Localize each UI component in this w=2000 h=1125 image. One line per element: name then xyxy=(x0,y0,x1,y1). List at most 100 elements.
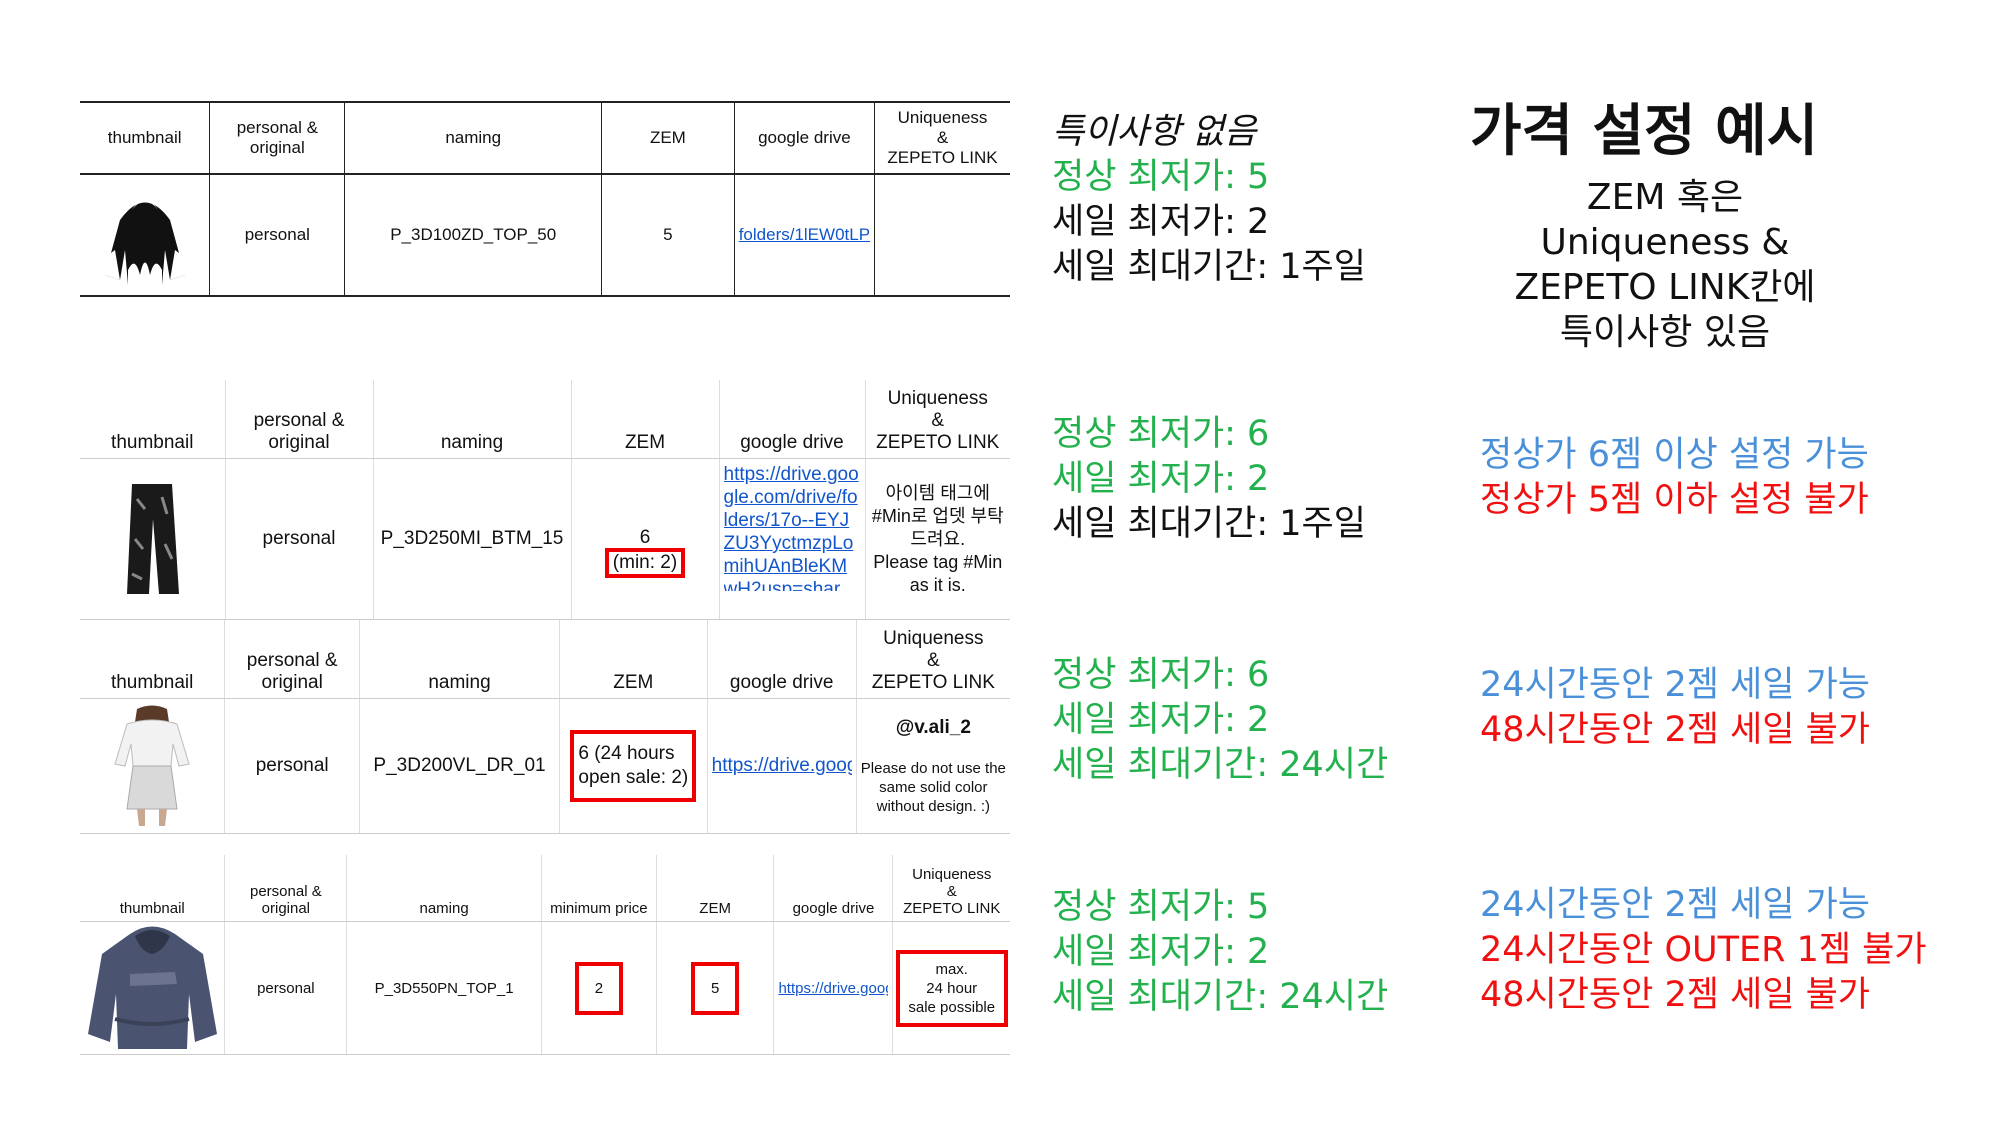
table-row: personal P_3D550PN_TOP_1 2 5 https://dri… xyxy=(80,921,1010,1055)
header-personal: personal & original xyxy=(224,620,361,699)
drive-link[interactable]: https://drive.goog xyxy=(712,755,852,776)
min-price-highlight: 2 xyxy=(574,961,623,1015)
summary-line: 세일 최대기간: 1주일 xyxy=(1052,504,1366,544)
header-row: thumbnail personal & original naming ZEM … xyxy=(80,620,1010,699)
header-naming: naming xyxy=(359,620,560,699)
header-personal: personal & original xyxy=(224,855,348,922)
header-naming: naming xyxy=(346,855,542,922)
cell-zem: 5 xyxy=(601,173,735,297)
header-zem: ZEM xyxy=(571,380,720,459)
result-not-allowed: 48시간동안 2젬 세일 불가 xyxy=(1480,710,1870,750)
result-allowed: 24시간동안 2젬 세일 가능 xyxy=(1480,885,1870,925)
explanation-line: Uniqueness & xyxy=(1540,222,1790,263)
header-uniqueness: Uniqueness & ZEPETO LINK xyxy=(856,620,1010,699)
cell-google-drive: https://drive.goog xyxy=(773,921,894,1055)
summary-line: 세일 최저가: 2 xyxy=(1052,202,1270,242)
table-row: personal P_3D200VL_DR_01 6 (24 hours open… xyxy=(80,698,1010,834)
cell-uniqueness: @v.ali_2 Please do not use the same soli… xyxy=(856,698,1010,834)
header-thumbnail: thumbnail xyxy=(80,380,226,459)
summary-block-3: 정상 최저가: 6 세일 최저가: 2 세일 최대기간: 24시간 xyxy=(1052,653,1388,788)
summary-line: 정상 최저가: 6 xyxy=(1052,655,1270,695)
cell-minimum-price: 2 xyxy=(541,921,657,1055)
summary-line: 세일 최저가: 2 xyxy=(1052,700,1270,740)
cell-zem: 6 (min: 2) xyxy=(571,458,720,620)
cell-google-drive: https://drive.google.com/drive/folders/1… xyxy=(719,458,866,620)
header-thumbnail: thumbnail xyxy=(80,620,226,699)
thumbnail-black-pants xyxy=(80,458,226,620)
summary-block-4: 정상 최저가: 5 세일 최저가: 2 세일 최대기간: 24시간 xyxy=(1052,885,1388,1020)
explanation-line: ZEM 혹은 xyxy=(1586,177,1744,218)
drive-link[interactable]: https://drive.goog xyxy=(778,980,888,997)
cell-naming: P_3D200VL_DR_01 xyxy=(359,698,560,834)
cell-google-drive: folders/1lEW0tLP xyxy=(733,173,876,297)
header-thumbnail: thumbnail xyxy=(80,101,211,175)
drive-link[interactable]: https://drive.google.com/drive/folders/1… xyxy=(724,464,859,591)
cell-naming: P_3D100ZD_TOP_50 xyxy=(344,173,603,297)
header-zem: ZEM xyxy=(601,101,735,175)
header-personal: personal & original xyxy=(209,101,346,175)
cell-type: personal xyxy=(209,173,346,297)
drive-link[interactable]: folders/1lEW0tLP xyxy=(739,225,870,244)
zem-highlight: 5 xyxy=(691,961,740,1015)
thumbnail-white-dress xyxy=(80,698,226,834)
explanation-line: ZEPETO LINK칸에 xyxy=(1514,267,1816,308)
header-zem: ZEM xyxy=(656,855,775,922)
zem-sale-highlight: 6 (24 hours open sale: 2) xyxy=(570,730,697,802)
cell-uniqueness xyxy=(874,173,1010,297)
summary-line: 세일 최대기간: 24시간 xyxy=(1052,977,1389,1017)
cell-google-drive: https://drive.goog xyxy=(707,698,857,834)
header-google-drive: google drive xyxy=(733,101,876,175)
sheet-example-1: thumbnail personal & original naming ZEM … xyxy=(80,101,1010,297)
header-google-drive: google drive xyxy=(719,380,866,459)
cell-type: personal xyxy=(224,698,361,834)
header-uniqueness: Uniqueness & ZEPETO LINK xyxy=(874,101,1010,175)
uniqueness-note-en: Please tag #Min as it is. xyxy=(873,551,1003,595)
result-block-3: 24시간동안 2젬 세일 가능 48시간동안 2젬 세일 불가 xyxy=(1480,663,1870,753)
header-row: thumbnail personal & original naming mini… xyxy=(80,855,1010,922)
cell-uniqueness: 아이템 태그에 #Min로 업뎃 부탁드려요. Please tag #Min … xyxy=(865,458,1010,620)
summary-line: 특이사항 없음 xyxy=(1052,112,1257,152)
sheet-example-3: thumbnail personal & original naming ZEM … xyxy=(80,620,1010,834)
zem-min-highlight: (min: 2) xyxy=(604,548,686,578)
header-thumbnail: thumbnail xyxy=(80,855,226,922)
header-zem: ZEM xyxy=(559,620,708,699)
cell-type: personal xyxy=(224,921,348,1055)
summary-line: 정상 최저가: 5 xyxy=(1052,157,1270,197)
header-naming: naming xyxy=(373,380,572,459)
result-not-allowed: 정상가 5젬 이하 설정 불가 xyxy=(1480,480,1869,520)
cell-zem: 5 xyxy=(656,921,775,1055)
zem-value: 6 xyxy=(639,527,651,548)
thumbnail-navy-hoodie xyxy=(80,921,226,1055)
sheet-example-4: thumbnail personal & original naming mini… xyxy=(80,855,1010,1055)
summary-line: 세일 최대기간: 24시간 xyxy=(1052,745,1389,785)
header-uniqueness: Uniqueness & ZEPETO LINK xyxy=(892,855,1010,922)
cell-naming: P_3D550PN_TOP_1 xyxy=(346,921,542,1055)
header-personal: personal & original xyxy=(225,380,374,459)
uniqueness-highlight: max. 24 hour sale possible xyxy=(895,949,1008,1027)
summary-line: 세일 최대기간: 1주일 xyxy=(1052,247,1366,287)
explanation-line: 특이사항 있음 xyxy=(1559,312,1771,353)
page-title: 가격 설정 예시 xyxy=(1470,99,1819,164)
cell-naming: P_3D250MI_BTM_15 xyxy=(373,458,572,620)
result-not-allowed: 48시간동안 2젬 세일 불가 xyxy=(1480,975,1870,1015)
header-row: thumbnail personal & original naming ZEM … xyxy=(80,101,1010,175)
result-block-4: 24시간동안 2젬 세일 가능 24시간동안 OUTER 1젬 불가 48시간동… xyxy=(1480,883,1927,1018)
table-row: personal P_3D250MI_BTM_15 6 (min: 2) htt… xyxy=(80,458,1010,620)
cell-uniqueness: max. 24 hour sale possible xyxy=(892,921,1010,1055)
sheet-example-2: thumbnail personal & original naming ZEM … xyxy=(80,380,1010,620)
cell-zem: 6 (24 hours open sale: 2) xyxy=(559,698,708,834)
cell-type: personal xyxy=(225,458,374,620)
header-row: thumbnail personal & original naming ZEM … xyxy=(80,380,1010,459)
header-uniqueness: Uniqueness & ZEPETO LINK xyxy=(865,380,1010,459)
result-not-allowed: 24시간동안 OUTER 1젬 불가 xyxy=(1480,930,1927,970)
uniqueness-handle: @v.ali_2 xyxy=(895,716,971,738)
header-google-drive: google drive xyxy=(707,620,857,699)
uniqueness-note: Please do not use the same solid color w… xyxy=(860,759,1006,815)
result-block-2: 정상가 6젬 이상 설정 가능 정상가 5젬 이하 설정 불가 xyxy=(1480,433,1869,523)
explanation: ZEM 혹은 Uniqueness & ZEPETO LINK칸에 특이사항 있… xyxy=(1455,175,1875,355)
header-google-drive: google drive xyxy=(773,855,894,922)
result-allowed: 24시간동안 2젬 세일 가능 xyxy=(1480,665,1870,705)
summary-block-2: 정상 최저가: 6 세일 최저가: 2 세일 최대기간: 1주일 xyxy=(1052,412,1366,547)
summary-line: 정상 최저가: 6 xyxy=(1052,414,1270,454)
result-allowed: 정상가 6젬 이상 설정 가능 xyxy=(1480,435,1869,475)
